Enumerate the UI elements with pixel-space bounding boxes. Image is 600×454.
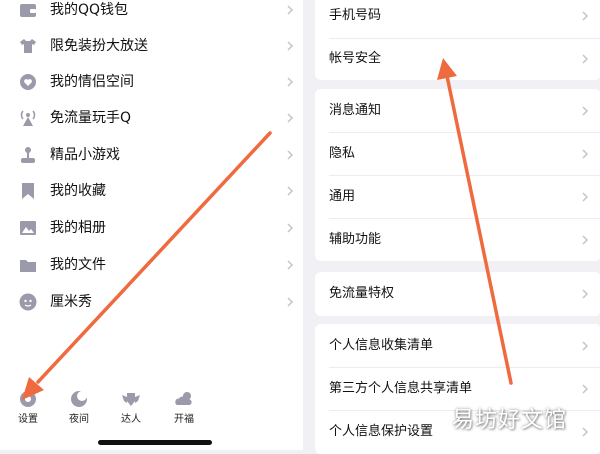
menu-item-label: 厘米秀 bbox=[50, 294, 92, 310]
row-info-collection-list[interactable]: 个人信息收集清单 bbox=[315, 324, 600, 368]
menu-item-wallet[interactable]: 我的QQ钱包 bbox=[0, 0, 303, 28]
settings-button[interactable]: 设置 bbox=[8, 386, 48, 434]
row-label: 消息通知 bbox=[329, 103, 382, 118]
chevron-right-icon bbox=[582, 11, 589, 21]
row-general[interactable]: 通用 bbox=[315, 175, 600, 219]
menu-item-album[interactable]: 我的相册 bbox=[0, 210, 303, 246]
night-mode-label: 夜间 bbox=[69, 414, 89, 425]
badge-wings-icon bbox=[122, 393, 140, 406]
settings-panel: 手机号码 帐号安全 消息通知 隐私 通用 辅助功能 免流量特权 个人信息收集清单… bbox=[303, 0, 600, 454]
settings-group-free-data: 免流量特权 bbox=[315, 272, 600, 316]
row-label: 免流量特权 bbox=[329, 286, 395, 301]
avatar-face-icon bbox=[19, 293, 37, 311]
menu-item-label: 我的相册 bbox=[50, 220, 106, 236]
row-label: 通用 bbox=[329, 189, 356, 204]
chevron-right-icon bbox=[582, 289, 589, 299]
joystick-icon bbox=[21, 147, 35, 163]
chevron-right-icon bbox=[287, 41, 294, 51]
chevron-right-icon bbox=[582, 427, 589, 437]
folder-icon bbox=[20, 260, 36, 272]
menu-item-label: 精品小游戏 bbox=[50, 147, 120, 163]
menu-item-label: 免流量玩手Q bbox=[50, 110, 132, 126]
row-label: 辅助功能 bbox=[329, 232, 382, 247]
chevron-right-icon bbox=[287, 186, 294, 196]
cloud-sun-icon bbox=[175, 392, 192, 405]
menu-item-couple-space[interactable]: 我的情侣空间 bbox=[0, 64, 303, 100]
drawer-menu: 我的QQ钱包 限免装扮大放送 我的情侣空间 免流量玩手Q 精品小游戏 我的收藏 … bbox=[0, 0, 303, 450]
settings-group-personal-info: 个人信息收集清单 第三方个人信息共享清单 个人信息保护设置 bbox=[315, 324, 600, 454]
home-indicator bbox=[98, 440, 212, 445]
menu-item-label: 我的收藏 bbox=[50, 183, 106, 199]
menu-item-free-data[interactable]: 免流量玩手Q bbox=[0, 100, 303, 136]
chevron-right-icon bbox=[287, 223, 294, 233]
menu-item-mini-games[interactable]: 精品小游戏 bbox=[0, 137, 303, 173]
moon-icon bbox=[71, 391, 87, 407]
chevron-right-icon bbox=[582, 384, 589, 394]
heart-icon bbox=[20, 74, 36, 90]
settings-label: 设置 bbox=[18, 414, 38, 425]
watermark-text: 易坊好文馆 bbox=[452, 408, 568, 433]
blessing-label: 开福 bbox=[174, 414, 194, 425]
chevron-right-icon bbox=[582, 106, 589, 116]
row-label: 第三方个人信息共享清单 bbox=[329, 381, 473, 396]
expert-button[interactable]: 达人 bbox=[111, 386, 151, 434]
chevron-right-icon bbox=[582, 149, 589, 159]
menu-item-label: 我的QQ钱包 bbox=[50, 2, 129, 18]
chevron-right-icon bbox=[582, 192, 589, 202]
row-label: 个人信息收集清单 bbox=[329, 338, 434, 353]
wallet-icon bbox=[20, 4, 36, 17]
chevron-right-icon bbox=[582, 54, 589, 64]
settings-group-general: 消息通知 隐私 通用 辅助功能 bbox=[315, 89, 600, 261]
bookmark-icon bbox=[22, 183, 34, 199]
row-label: 手机号码 bbox=[329, 8, 382, 23]
row-privacy[interactable]: 隐私 bbox=[315, 132, 600, 176]
chevron-right-icon bbox=[287, 5, 294, 15]
row-accessibility[interactable]: 辅助功能 bbox=[315, 218, 600, 262]
settings-group-account: 手机号码 帐号安全 bbox=[315, 0, 600, 80]
antenna-icon bbox=[20, 110, 36, 126]
menu-item-label: 我的文件 bbox=[50, 257, 106, 273]
row-label: 隐私 bbox=[329, 146, 356, 161]
shirt-icon bbox=[20, 39, 36, 53]
expert-label: 达人 bbox=[121, 414, 141, 425]
menu-item-favorites[interactable]: 我的收藏 bbox=[0, 173, 303, 209]
chevron-right-icon bbox=[287, 260, 294, 270]
night-mode-button[interactable]: 夜间 bbox=[59, 386, 99, 434]
chevron-right-icon bbox=[287, 150, 294, 160]
settings-gear-icon bbox=[20, 391, 36, 407]
row-label: 个人信息保护设置 bbox=[329, 424, 434, 439]
image-icon bbox=[20, 221, 36, 235]
row-free-data-privilege[interactable]: 免流量特权 bbox=[315, 272, 600, 316]
menu-item-free-outfits[interactable]: 限免装扮大放送 bbox=[0, 28, 303, 64]
blessing-button[interactable]: 开福 bbox=[164, 386, 204, 434]
menu-item-cmshow[interactable]: 厘米秀 bbox=[0, 284, 303, 320]
menu-item-label: 限免装扮大放送 bbox=[50, 38, 148, 54]
row-label: 帐号安全 bbox=[329, 51, 382, 66]
menu-item-files[interactable]: 我的文件 bbox=[0, 247, 303, 283]
row-notifications[interactable]: 消息通知 bbox=[315, 89, 600, 133]
chevron-right-icon bbox=[287, 77, 294, 87]
chevron-right-icon bbox=[287, 113, 294, 123]
chevron-right-icon bbox=[582, 235, 589, 245]
chevron-right-icon bbox=[287, 297, 294, 307]
row-account-security[interactable]: 帐号安全 bbox=[315, 37, 600, 81]
chevron-right-icon bbox=[582, 341, 589, 351]
menu-item-label: 我的情侣空间 bbox=[50, 74, 134, 90]
row-phone-number[interactable]: 手机号码 bbox=[315, 0, 600, 38]
